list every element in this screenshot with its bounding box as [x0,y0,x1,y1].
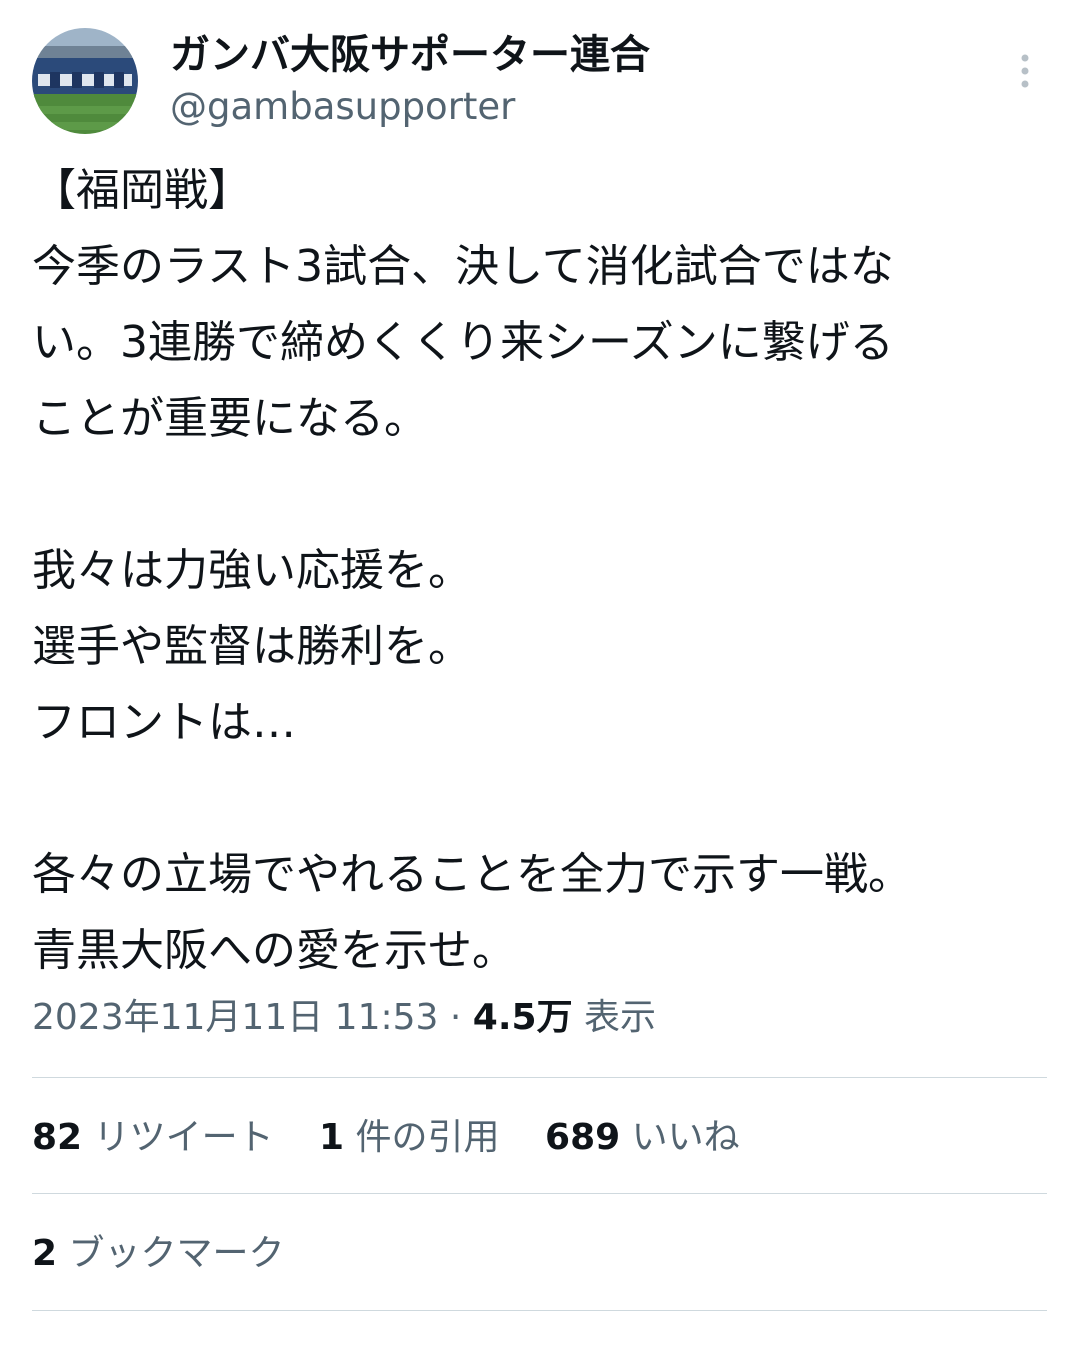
likes-stat[interactable]: 689 いいね [545,1110,740,1166]
likes-label: いいね [631,1117,740,1158]
author-names: ガンバ大阪サポーター連合 @gambasupporter [170,30,650,130]
retweets-count: 82 [32,1117,83,1158]
divider [32,1310,1047,1311]
engagement-stats: 82 リツイート 1 件の引用 689 いいね [32,1110,774,1166]
quotes-stat[interactable]: 1 件の引用 [319,1110,500,1166]
meta-separator: · [449,997,462,1038]
bookmarks-count: 2 [32,1233,58,1274]
more-vertical-icon[interactable] [1011,52,1039,92]
divider [32,1193,1047,1194]
tweet-text: 【福岡戦】 今季のラスト3試合、決して消化試合ではな い。3連勝で締めくくり来シ… [32,165,912,976]
tweet-header: ガンバ大阪サポーター連合 @gambasupporter [32,26,1047,136]
retweets-label: リツイート [93,1117,274,1158]
quotes-count: 1 [319,1117,345,1158]
tweet-timestamp[interactable]: 2023年11月11日 11:53 [32,997,438,1038]
bookmarks-label: ブックマーク [68,1233,285,1274]
tweet-meta: 2023年11月11日 11:53 · 4.5万 表示 [32,990,656,1046]
author-display-name[interactable]: ガンバ大阪サポーター連合 [170,30,650,80]
divider [32,1077,1047,1078]
quotes-label: 件の引用 [355,1117,500,1158]
avatar[interactable] [32,28,138,134]
bookmarks-stat[interactable]: 2 ブックマーク [32,1226,285,1282]
stadium-avatar-image [32,28,138,134]
views-label: 表示 [584,997,657,1038]
likes-count: 689 [545,1117,621,1158]
author-handle[interactable]: @gambasupporter [170,84,650,130]
views-count: 4.5万 [472,997,573,1038]
retweets-stat[interactable]: 82 リツイート [32,1110,274,1166]
